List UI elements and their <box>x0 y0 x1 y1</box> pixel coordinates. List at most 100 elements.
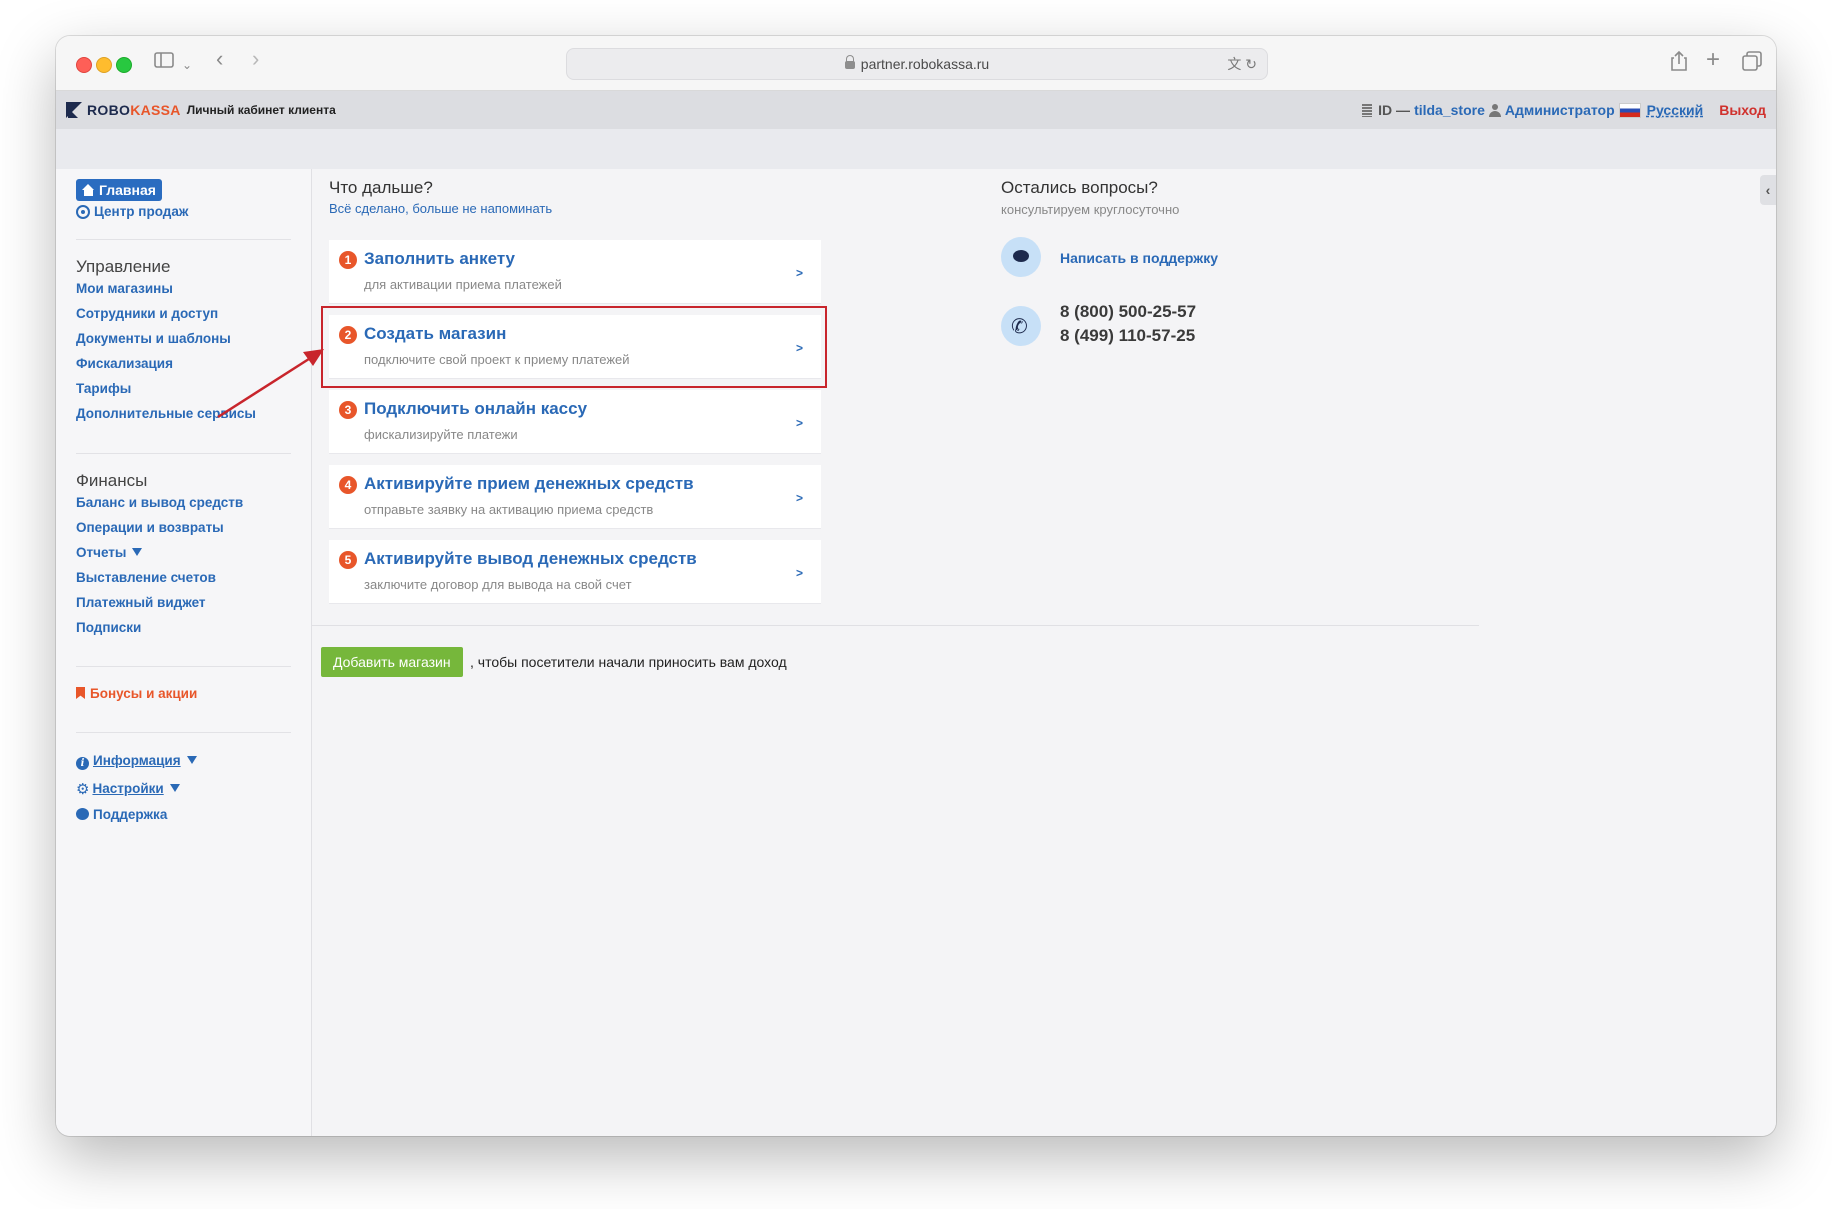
sidebar-item-payment-widget[interactable]: Платежный виджет <box>76 595 206 610</box>
store-link[interactable]: tilda_store <box>1414 102 1485 118</box>
next-steps-title: Что дальше? <box>329 178 433 197</box>
phone-icon: ✆ <box>1001 306 1041 346</box>
step-description: для активации приема платежей <box>364 277 562 292</box>
write-support-link[interactable]: Написать в поддержку <box>1060 250 1218 266</box>
sidebar-item-home[interactable]: Главная <box>76 179 162 201</box>
step-card-3[interactable]: 3 Подключить онлайн кассу фискализируйте… <box>329 390 821 454</box>
questions-subtitle: консультируем круглосуточно <box>1001 202 1180 217</box>
step-title: Активируйте прием денежных средств <box>364 474 694 493</box>
address-bar[interactable]: partner.robokassa.ru 文 ↻ <box>566 48 1268 80</box>
chevron-right-icon: > <box>795 566 803 580</box>
logout-link[interactable]: Выход <box>1719 102 1766 118</box>
sidebar-item-documents[interactable]: Документы и шаблоны <box>76 331 231 346</box>
dismiss-reminder-link[interactable]: Всё сделано, больше не напоминать <box>329 201 552 216</box>
tabs-overview-icon[interactable] <box>1742 51 1762 75</box>
minimize-window-button[interactable] <box>96 57 112 73</box>
sidebar-item-operations[interactable]: Операции и возвраты <box>76 520 224 535</box>
robokassa-logo-icon <box>66 102 82 118</box>
language-selector[interactable]: Русский <box>1647 102 1704 118</box>
caret-down-icon <box>186 756 197 764</box>
russia-flag-icon <box>1618 102 1641 118</box>
app-header: ROBO KASSA Личный кабинет клиента ID — ti… <box>56 91 1776 129</box>
gear-icon: ⚙ <box>76 781 90 798</box>
sidebar-item-fiscalization[interactable]: Фискализация <box>76 356 173 371</box>
close-window-button[interactable] <box>76 57 92 73</box>
chevron-right-icon: > <box>795 416 803 430</box>
sidebar-item-sales-center[interactable]: Центр продаж <box>76 204 188 219</box>
chevron-down-icon[interactable]: ⌄ <box>182 54 192 76</box>
subheader-bar <box>56 129 1776 169</box>
sidebar-item-label: Информация <box>93 753 181 768</box>
header-subtitle: Личный кабинет клиента <box>186 103 336 117</box>
sidebar-divider <box>76 732 291 733</box>
address-url: partner.robokassa.ru <box>860 56 990 72</box>
step-number-badge: 1 <box>339 251 357 269</box>
sidebar-heading-finance: Финансы <box>76 471 148 490</box>
building-icon <box>1362 103 1373 117</box>
step-number-badge: 5 <box>339 551 357 569</box>
forward-icon[interactable]: › <box>252 48 259 70</box>
caret-down-icon <box>132 548 143 556</box>
main-content: Что дальше? Всё сделано, больше не напом… <box>312 169 1776 1136</box>
translate-icon[interactable]: 文 <box>1227 56 1241 72</box>
sidebar-toggle-icon[interactable] <box>154 51 174 73</box>
step-card-5[interactable]: 5 Активируйте вывод денежных средств зак… <box>329 540 821 604</box>
step-title: Активируйте вывод денежных средств <box>364 549 697 568</box>
sidebar-item-label: Отчеты <box>76 545 127 560</box>
target-icon <box>76 205 90 219</box>
sidebar-divider <box>76 239 291 240</box>
collapse-panel-button[interactable]: ‹ <box>1760 175 1776 205</box>
step-card-1[interactable]: 1 Заполнить анкету для активации приема … <box>329 240 821 304</box>
sidebar-item-balance[interactable]: Баланс и вывод средств <box>76 495 243 510</box>
zoom-window-button[interactable] <box>116 57 132 73</box>
step-description: отправьте заявку на активацию приема сре… <box>364 502 654 517</box>
sidebar-item-reports[interactable]: Отчеты <box>76 545 143 560</box>
robokassa-logo[interactable]: ROBO KASSA Личный кабинет клиента <box>66 101 336 119</box>
phone-number-2[interactable]: 8 (499) 110-57-25 <box>1060 326 1195 346</box>
sidebar-item-label: Настройки <box>92 781 164 796</box>
step-card-4[interactable]: 4 Активируйте прием денежных средств отп… <box>329 465 821 529</box>
sidebar-divider <box>76 453 291 454</box>
sidebar-item-subscriptions[interactable]: Подписки <box>76 620 141 635</box>
role-link[interactable]: Администратор <box>1505 102 1615 118</box>
add-store-button[interactable]: Добавить магазин <box>321 647 463 677</box>
sidebar-item-label: Бонусы и акции <box>90 686 198 701</box>
chevron-right-icon: > <box>795 491 803 505</box>
step-description: заключите договор для вывода на свой сче… <box>364 577 632 592</box>
header-user-bar: ID — tilda_store Администратор Русский В… <box>1358 102 1766 118</box>
sidebar-item-support[interactable]: Поддержка <box>76 807 167 822</box>
sidebar-item-staff-access[interactable]: Сотрудники и доступ <box>76 306 218 321</box>
sidebar-item-my-stores[interactable]: Мои магазины <box>76 281 173 296</box>
content-divider <box>312 625 1479 626</box>
sidebar-item-label: Главная <box>99 182 156 198</box>
chat-icon <box>76 808 89 820</box>
highlight-box <box>321 306 827 388</box>
phone-number-1[interactable]: 8 (800) 500-25-57 <box>1060 302 1196 322</box>
back-icon[interactable]: ‹ <box>216 48 223 70</box>
sidebar-item-tariffs[interactable]: Тарифы <box>76 381 131 396</box>
sidebar-item-information[interactable]: i Информация <box>76 753 197 770</box>
new-tab-icon[interactable]: + <box>1706 48 1720 72</box>
chevron-right-icon: > <box>795 266 803 280</box>
sidebar-item-extra-services[interactable]: Дополнительные сервисы <box>76 406 256 421</box>
step-title: Подключить онлайн кассу <box>364 399 588 418</box>
logo-robo-text: ROBO <box>87 102 131 118</box>
step-number-badge: 3 <box>339 401 357 419</box>
bookmark-icon <box>76 687 85 699</box>
info-icon: i <box>76 757 89 770</box>
sidebar-item-label: Поддержка <box>93 807 168 822</box>
sidebar-item-bonuses[interactable]: Бонусы и акции <box>76 686 197 701</box>
reload-icon[interactable]: ↻ <box>1245 56 1257 72</box>
questions-title: Остались вопросы? <box>1001 178 1158 197</box>
caret-down-icon <box>169 784 180 792</box>
sidebar-item-settings[interactable]: ⚙ Настройки <box>76 780 180 798</box>
add-store-hint: , чтобы посетители начали приносить вам … <box>470 654 787 670</box>
sidebar-heading-management: Управление <box>76 257 171 276</box>
logo-kassa-text: KASSA <box>130 102 181 118</box>
home-icon <box>82 184 95 196</box>
step-description: фискализируйте платежи <box>364 427 518 442</box>
sidebar-item-invoicing[interactable]: Выставление счетов <box>76 570 216 585</box>
user-icon <box>1488 103 1501 117</box>
share-icon[interactable] <box>1670 50 1688 76</box>
browser-toolbar: ⌄ ‹ › partner.robokassa.ru 文 ↻ + <box>56 36 1776 91</box>
